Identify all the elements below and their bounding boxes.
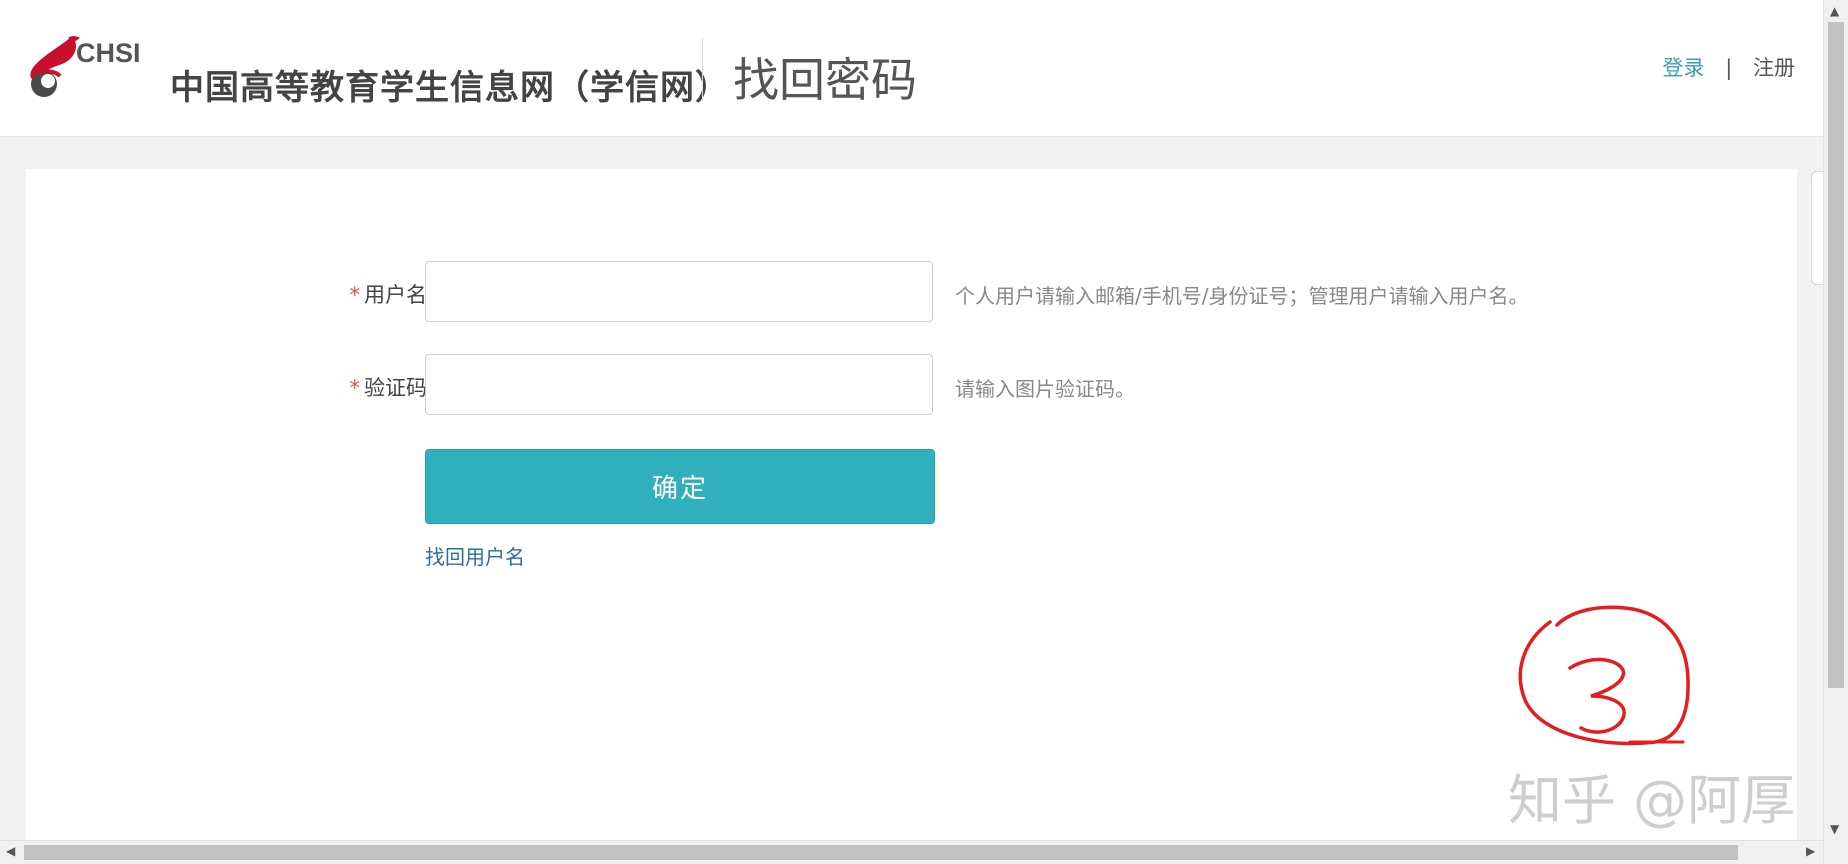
- captcha-label: * 验证码: [350, 372, 428, 402]
- horizontal-scroll-thumb[interactable]: [24, 845, 1738, 860]
- link-separator: |: [1725, 56, 1733, 80]
- register-link[interactable]: 注册: [1753, 56, 1795, 80]
- captcha-label-text: 验证码: [364, 376, 427, 400]
- captcha-hint: 请输入图片验证码。: [955, 377, 1135, 401]
- username-label-text: 用户名: [364, 283, 427, 307]
- circled-number-annotation: [1518, 605, 1690, 746]
- find-username-link[interactable]: 找回用户名: [425, 541, 525, 570]
- header-links: 登录 | 注册: [1663, 52, 1795, 82]
- scroll-down-icon[interactable]: ▼: [1830, 822, 1839, 836]
- page-header: CHSI 中国高等教育学生信息网（学信网） 找回密码 登录 | 注册: [0, 0, 1823, 137]
- username-input[interactable]: [425, 261, 933, 322]
- logo-text: CHSI: [76, 38, 141, 68]
- confirm-button[interactable]: 确定: [425, 449, 935, 524]
- vertical-scrollbar[interactable]: ▲ ▼: [1823, 0, 1848, 864]
- horizontal-scrollbar[interactable]: ◀ ▶: [0, 840, 1823, 864]
- header-divider: [702, 38, 703, 101]
- required-mark: *: [349, 283, 361, 307]
- login-link[interactable]: 登录: [1663, 56, 1705, 80]
- scroll-up-icon[interactable]: ▲: [1830, 4, 1839, 18]
- scroll-left-icon[interactable]: ◀: [6, 844, 15, 858]
- username-hint: 个人用户请输入邮箱/手机号/身份证号；管理用户请输入用户名。: [955, 284, 1529, 308]
- page-title: 找回密码: [733, 53, 917, 107]
- site-name: 中国高等教育学生信息网（学信网）: [170, 68, 730, 108]
- watermark: 知乎 @阿厚: [1508, 769, 1796, 832]
- required-mark: *: [349, 376, 361, 400]
- scroll-right-icon[interactable]: ▶: [1806, 844, 1815, 858]
- username-label: * 用户名: [350, 279, 428, 309]
- vertical-scroll-thumb[interactable]: [1828, 22, 1844, 688]
- captcha-input[interactable]: [425, 354, 933, 415]
